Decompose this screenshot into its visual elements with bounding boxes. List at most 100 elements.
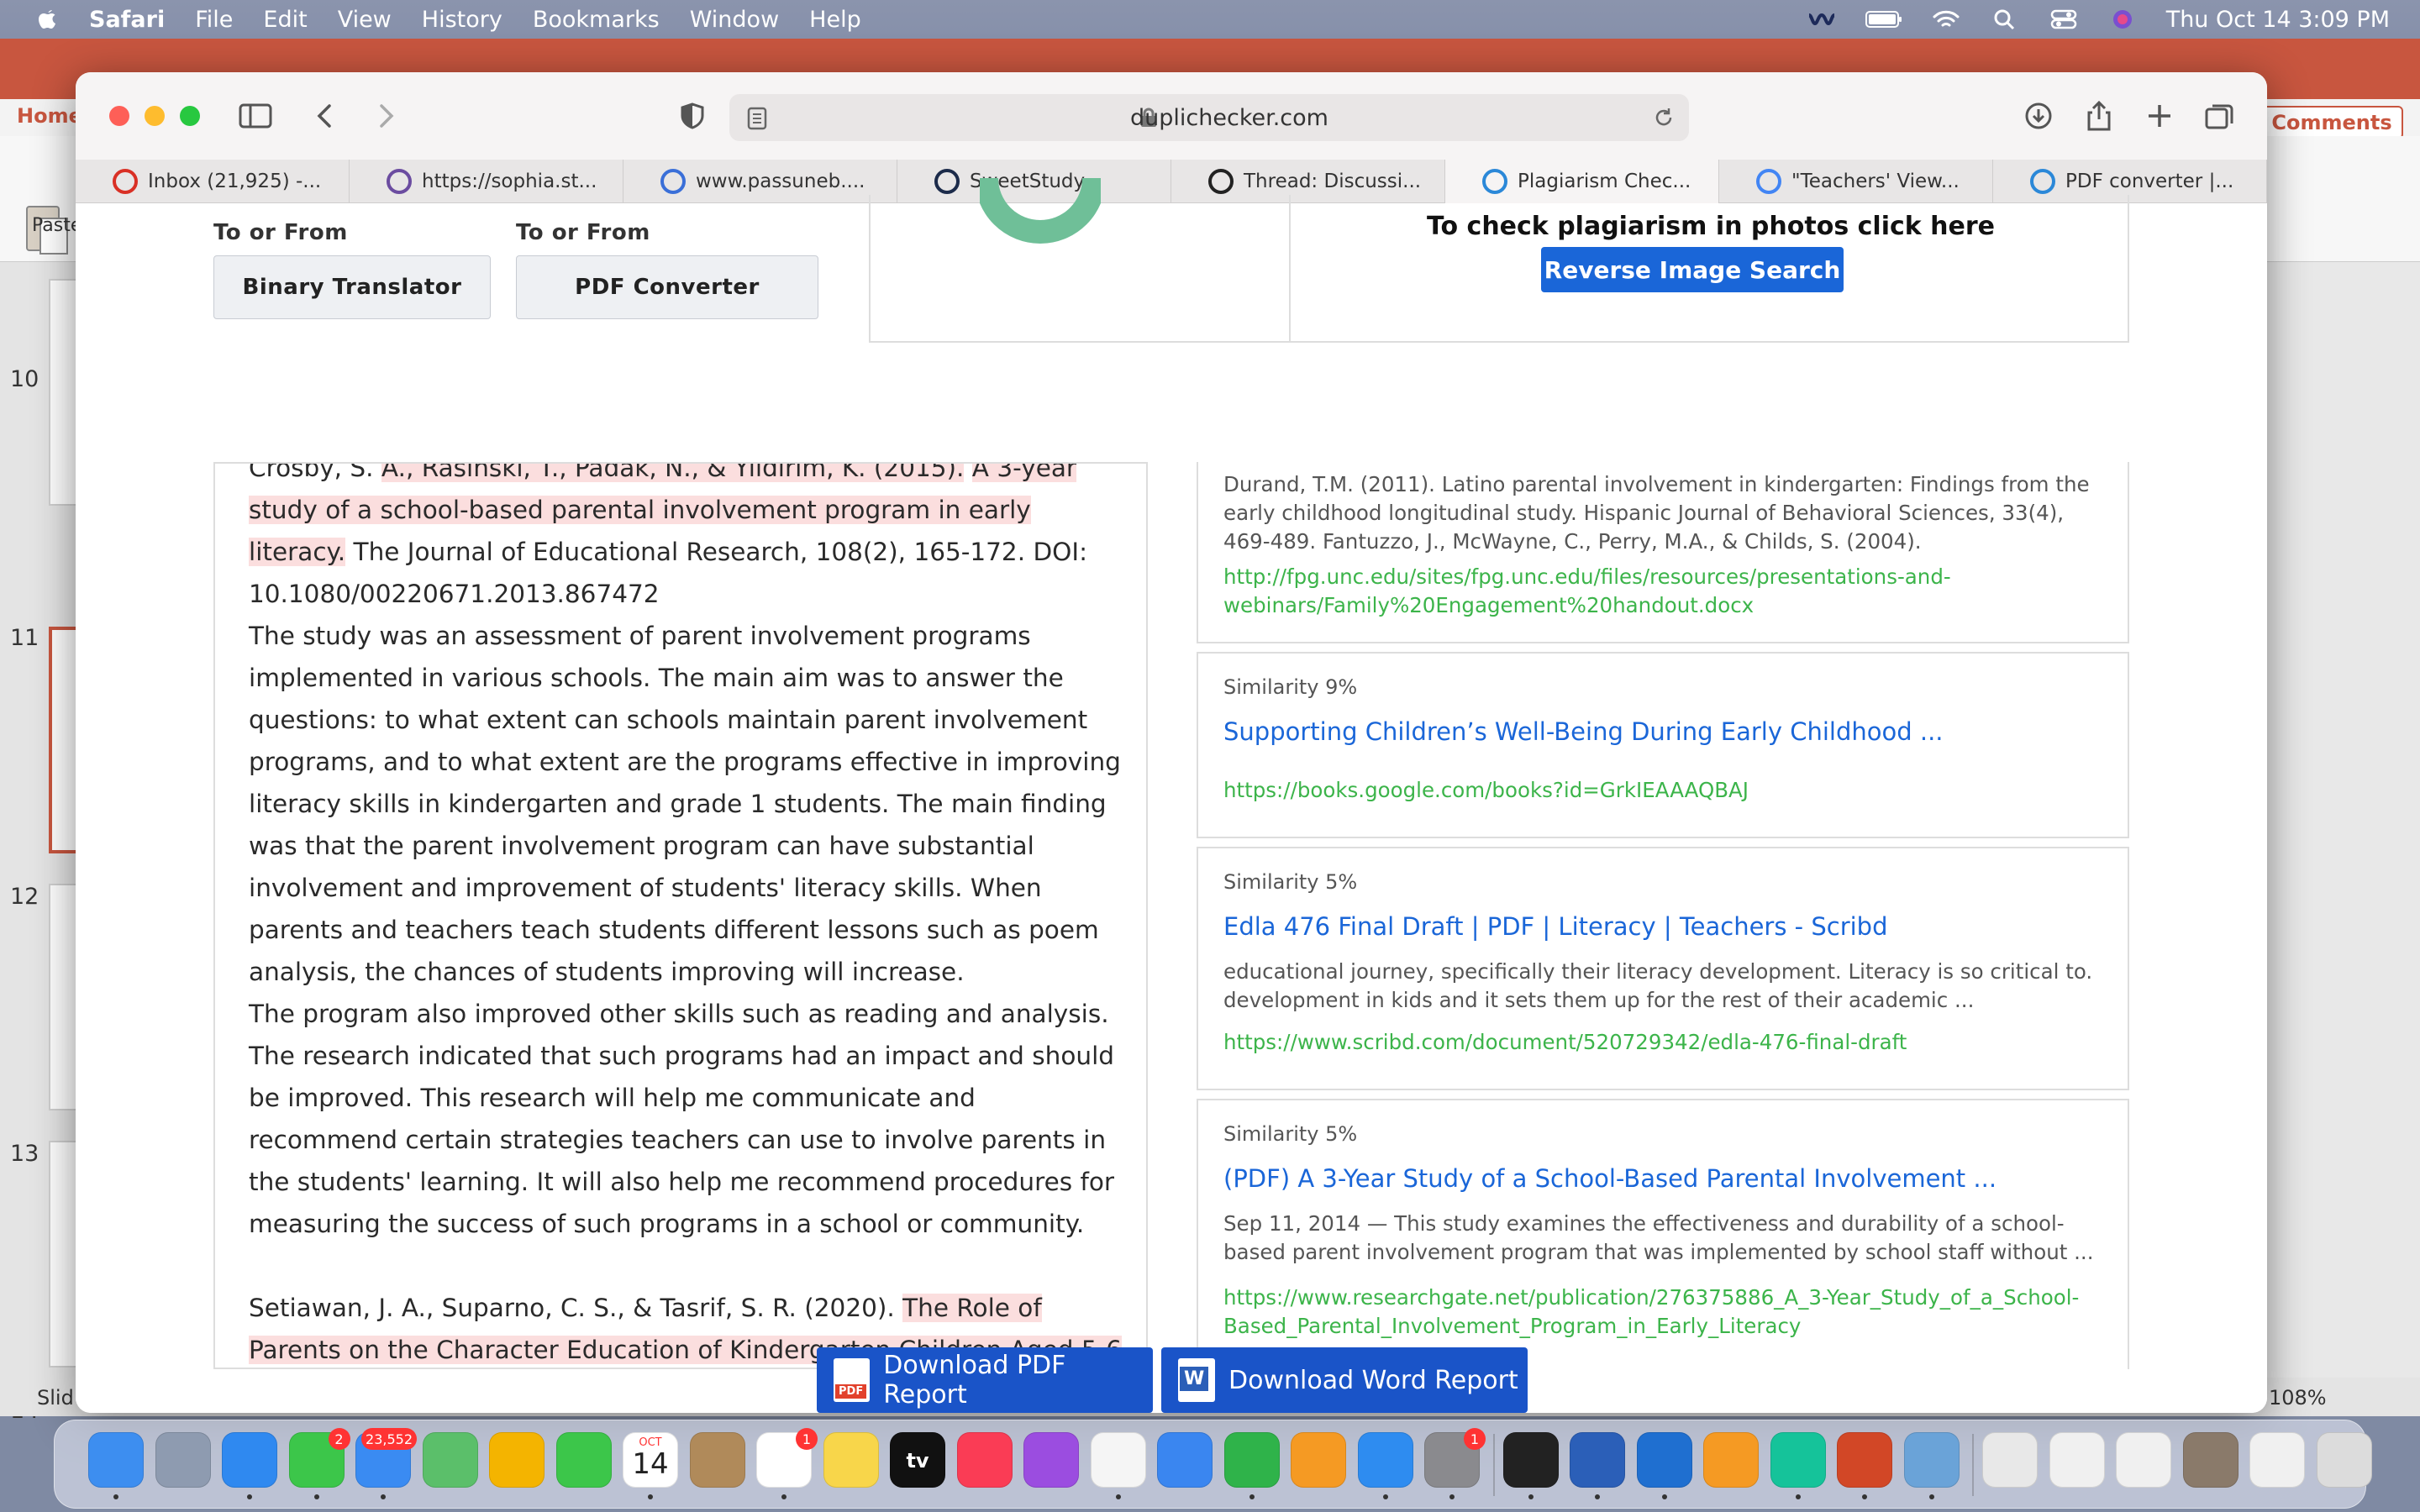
word-icon[interactable] xyxy=(1570,1432,1625,1488)
sidebar-toggle-icon[interactable] xyxy=(239,101,272,131)
menu-edit[interactable]: Edit xyxy=(263,7,307,33)
running-indicator xyxy=(313,1494,319,1499)
share-icon[interactable] xyxy=(2082,101,2116,131)
reload-icon[interactable] xyxy=(1652,106,1676,129)
zoom-level[interactable]: 108% xyxy=(2269,1386,2327,1410)
webex-icon[interactable] xyxy=(1502,1432,1559,1488)
reference-text: Setiawan, J. A., Suparno, C. S., & Tasri… xyxy=(249,1294,903,1322)
document-icon[interactable] xyxy=(1982,1432,2038,1488)
outlook-icon[interactable] xyxy=(1636,1432,1692,1488)
menu-view[interactable]: View xyxy=(338,7,392,33)
menubar-clock[interactable]: Thu Oct 14 3:09 PM xyxy=(2166,7,2390,33)
tab-overview-icon[interactable] xyxy=(2203,101,2237,131)
binary-translator-button[interactable]: Binary Translator xyxy=(213,255,491,319)
reverse-image-search-button[interactable]: Reverse Image Search xyxy=(1541,247,1844,292)
notification-badge: 1 xyxy=(1464,1428,1486,1450)
battery-icon[interactable] xyxy=(1865,8,1902,30)
plagiarized-highlight[interactable]: A., Rasinski, T., Padak, N., & Yildirim,… xyxy=(381,464,965,482)
forward-arrow-icon[interactable] xyxy=(368,101,402,131)
trash-icon[interactable] xyxy=(2316,1432,2372,1488)
minimize-window-button[interactable] xyxy=(145,106,165,126)
apple-logo-icon[interactable] xyxy=(35,7,60,32)
browser-tab-label: Inbox (21,925) -... xyxy=(148,171,322,192)
preview-icon[interactable] xyxy=(1903,1432,1960,1488)
privacy-shield-icon[interactable] xyxy=(676,101,709,131)
menu-bar: Safari File Edit View History Bookmarks … xyxy=(0,0,2420,39)
reference-paragraph: Crosby, S. A., Rasinski, T., Padak, N., … xyxy=(249,462,1123,615)
zoom-window-button[interactable] xyxy=(180,106,200,126)
photos-icon[interactable] xyxy=(489,1432,544,1488)
pages-icon[interactable] xyxy=(1291,1432,1346,1488)
menu-window[interactable]: Window xyxy=(690,7,779,33)
back-arrow-icon[interactable] xyxy=(309,101,343,131)
result-link[interactable]: https://books.google.com/books?id=GrkIEA… xyxy=(1223,776,2114,805)
close-window-button[interactable] xyxy=(109,106,129,126)
result-link[interactable]: https://www.scribd.com/document/52072934… xyxy=(1223,1028,2114,1057)
browser-tab[interactable]: Inbox (21,925) -... xyxy=(76,160,350,203)
document-icon[interactable] xyxy=(2249,1432,2305,1488)
similarity-results-panel[interactable]: Durand, T.M. (2011). Latino parental inv… xyxy=(1197,462,2131,1369)
numbers-icon[interactable] xyxy=(1223,1432,1280,1488)
mail-icon[interactable]: 23,552 xyxy=(355,1428,417,1488)
running-indicator xyxy=(1661,1494,1667,1499)
powerpoint-home-tab[interactable]: Home xyxy=(17,104,82,128)
wifi-icon[interactable] xyxy=(1931,8,1961,30)
keynote-icon[interactable] xyxy=(1157,1432,1213,1488)
books-icon[interactable] xyxy=(1703,1432,1759,1488)
download-word-report-button[interactable]: W Download Word Report xyxy=(1161,1347,1528,1413)
menu-history[interactable]: History xyxy=(422,7,502,33)
result-link[interactable]: https://www.researchgate.net/publication… xyxy=(1223,1284,2114,1341)
similarity-percent: Similarity 9% xyxy=(1223,675,1358,699)
finder-icon[interactable] xyxy=(88,1432,144,1488)
browser-tab[interactable]: https://sophia.st... xyxy=(350,160,623,203)
new-tab-plus-icon[interactable] xyxy=(2143,101,2176,131)
music-icon[interactable] xyxy=(956,1432,1013,1488)
download-pdf-report-button[interactable]: PDF Download PDF Report xyxy=(817,1347,1153,1413)
systemprefs-icon[interactable]: 1 xyxy=(1424,1428,1486,1488)
siri-icon[interactable] xyxy=(2107,8,2138,30)
maps-icon[interactable] xyxy=(422,1432,478,1488)
url-text[interactable]: duplichecker.com xyxy=(729,105,1689,131)
address-bar[interactable]: duplichecker.com xyxy=(729,94,1689,141)
grammarly-icon[interactable] xyxy=(1770,1432,1826,1488)
messages-icon[interactable]: 2 xyxy=(288,1428,350,1488)
appstore-icon[interactable] xyxy=(1357,1432,1413,1488)
checked-text-content: Crosby, S. A., Rasinski, T., Padak, N., … xyxy=(249,462,1123,1368)
powerpoint-icon[interactable] xyxy=(1837,1432,1892,1488)
safari-icon[interactable] xyxy=(222,1432,277,1488)
document-icon[interactable] xyxy=(2116,1432,2171,1488)
result-title-link[interactable]: Supporting Children’s Well-Being During … xyxy=(1223,717,1944,746)
pdf-converter-button[interactable]: PDF Converter xyxy=(516,255,818,319)
menu-app-name[interactable]: Safari xyxy=(89,7,165,33)
spotlight-search-icon[interactable] xyxy=(1990,8,2020,30)
result-title-link[interactable]: Edla 476 Final Draft | PDF | Literacy | … xyxy=(1223,912,1888,941)
running-indicator xyxy=(1928,1494,1934,1499)
result-title-link[interactable]: (PDF) A 3-Year Study of a School-Based P… xyxy=(1223,1164,1996,1193)
webex-status-icon[interactable] xyxy=(1807,8,1837,30)
document-icon[interactable] xyxy=(2049,1432,2105,1488)
podcasts-icon[interactable] xyxy=(1023,1432,1079,1488)
notes-icon[interactable] xyxy=(823,1432,879,1488)
contacts-icon[interactable] xyxy=(689,1432,745,1488)
document-icon[interactable] xyxy=(2182,1432,2238,1488)
result-link[interactable]: http://fpg.unc.edu/sites/fpg.unc.edu/fil… xyxy=(1223,563,2114,620)
paste-label: Paste xyxy=(32,215,82,236)
reminders-icon[interactable]: 1 xyxy=(756,1428,818,1488)
facetime-icon[interactable] xyxy=(555,1432,612,1488)
menu-file[interactable]: File xyxy=(195,7,233,33)
slide-number: 11 xyxy=(10,625,39,651)
news-icon[interactable] xyxy=(1090,1432,1146,1488)
browser-tab[interactable]: www.passuneb.... xyxy=(623,160,897,203)
duplichecker-icon xyxy=(2030,169,2055,194)
control-center-icon[interactable] xyxy=(2049,8,2079,30)
launchpad-icon[interactable] xyxy=(155,1432,211,1488)
reference-text: Crosby, S. xyxy=(249,462,381,482)
checked-text-panel[interactable]: Crosby, S. A., Rasinski, T., Padak, N., … xyxy=(213,462,1148,1369)
blackboard-icon xyxy=(1208,169,1234,194)
menu-help[interactable]: Help xyxy=(809,7,861,33)
menu-bookmarks[interactable]: Bookmarks xyxy=(533,7,660,33)
powerpoint-comments-button[interactable]: Comments xyxy=(2260,106,2403,139)
downloads-icon[interactable] xyxy=(2022,101,2055,131)
calendar-icon[interactable]: OCT 14 xyxy=(623,1432,678,1488)
appletv-icon[interactable]: tv xyxy=(890,1432,945,1488)
